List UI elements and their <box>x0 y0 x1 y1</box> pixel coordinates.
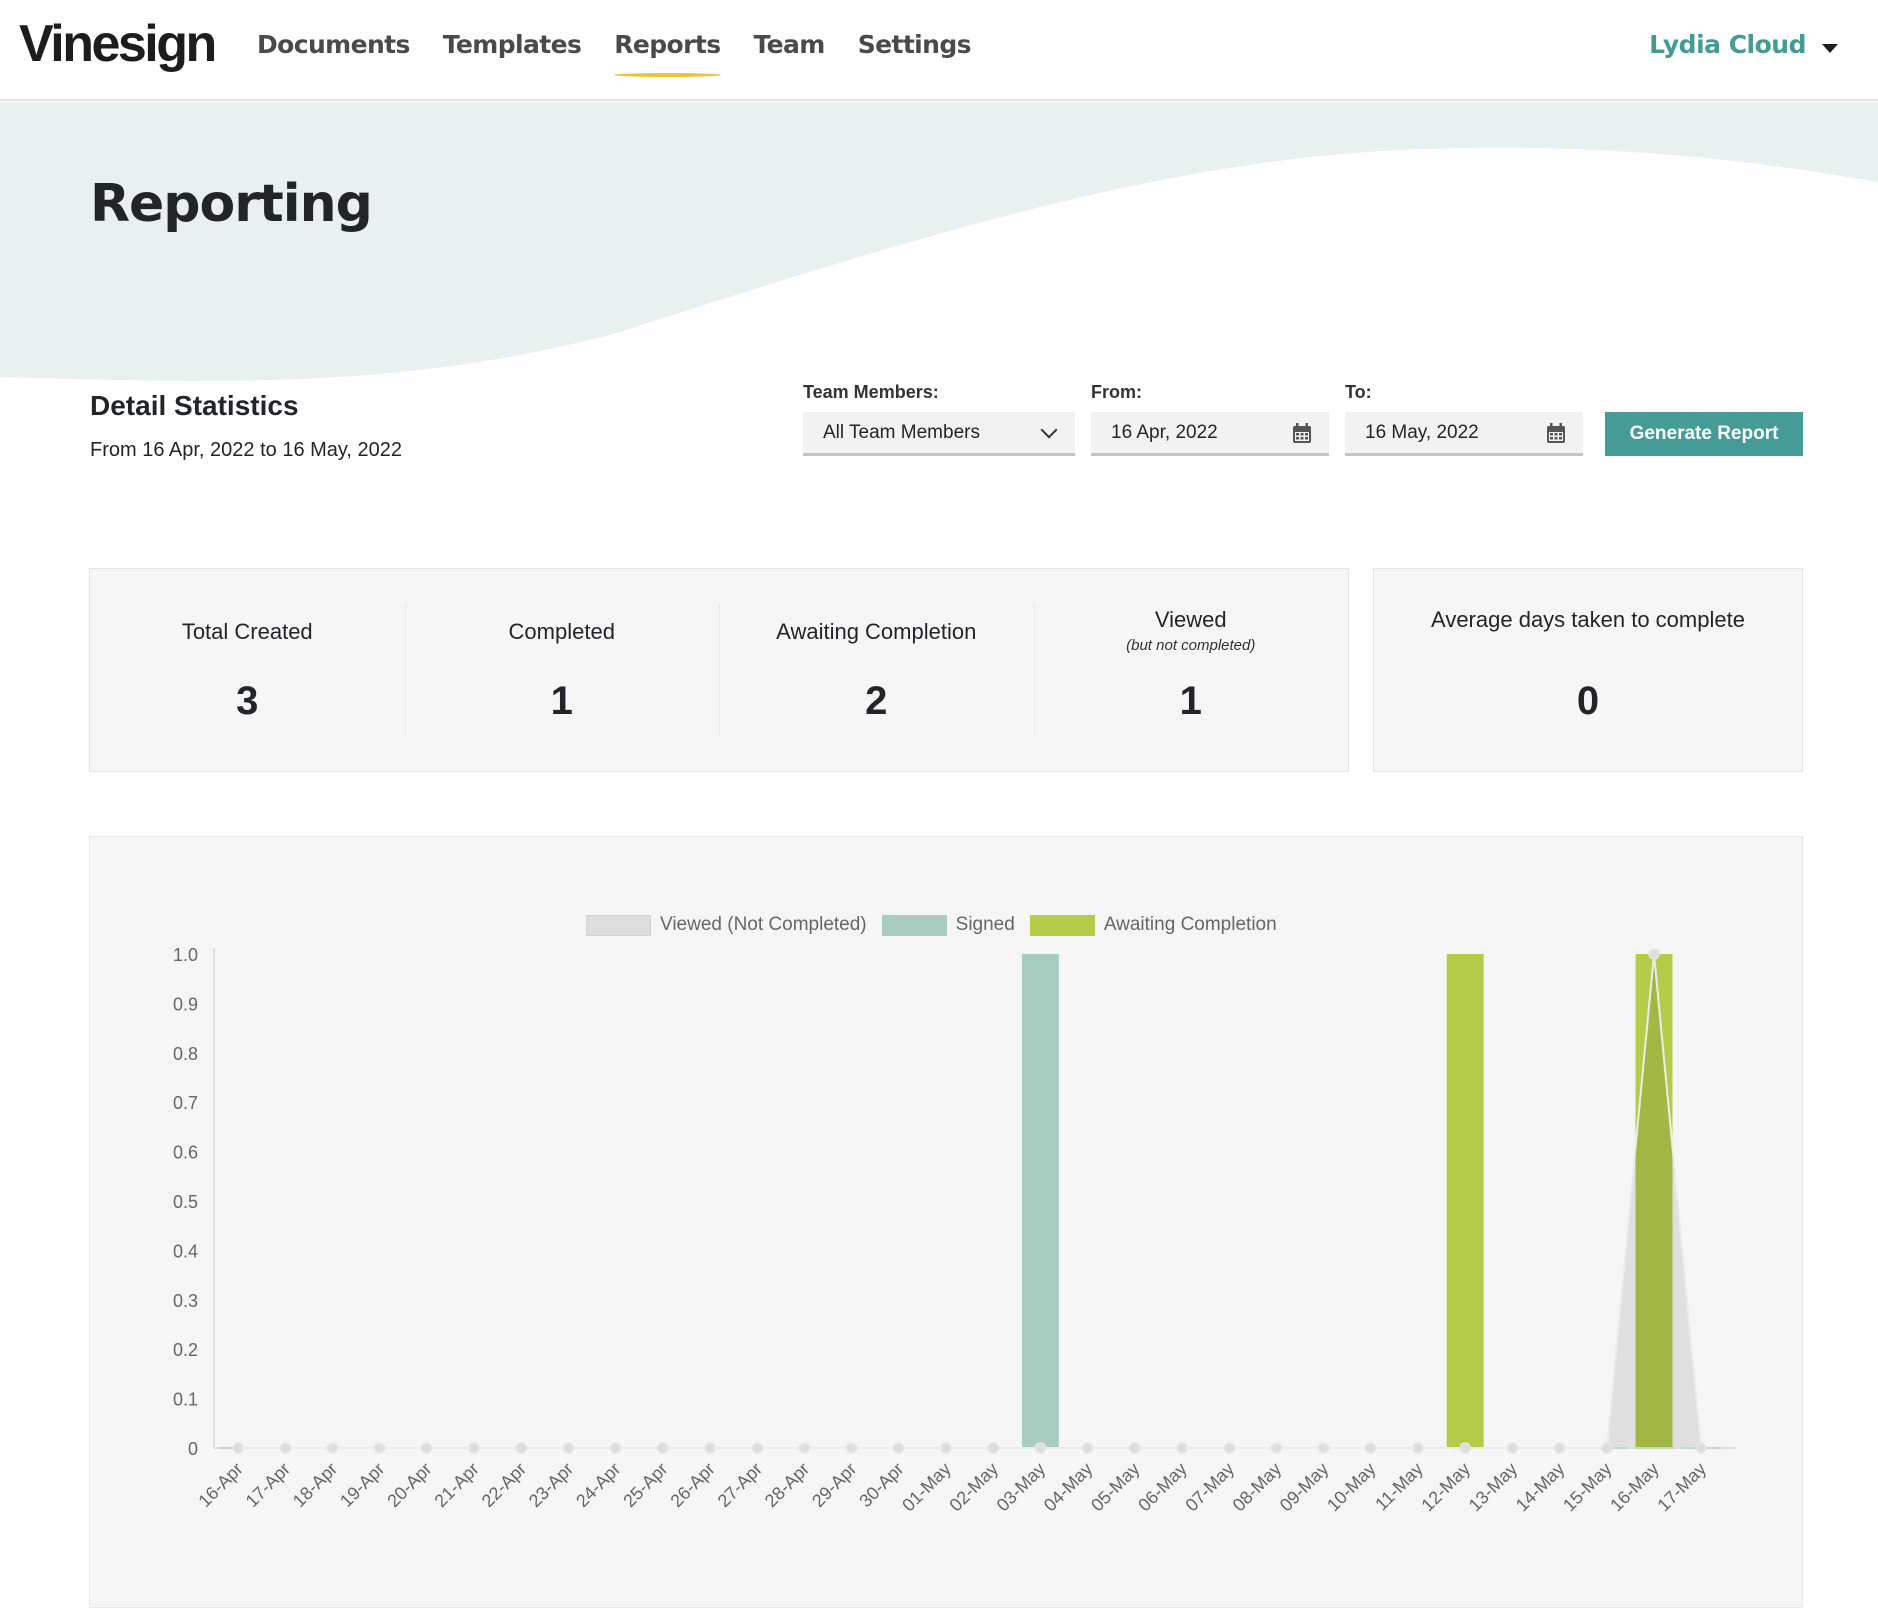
viewed-point-25-Apr <box>657 1442 669 1454</box>
x-tick-label: 01-May <box>898 1459 955 1516</box>
viewed-point-16-Apr <box>232 1442 244 1454</box>
x-tick-label: 08-May <box>1229 1459 1286 1516</box>
legend-swatch-viewed <box>586 914 651 936</box>
x-tick-label: 26-Apr <box>666 1459 718 1511</box>
x-tick-label: 25-Apr <box>619 1459 671 1511</box>
x-tick-label: 13-May <box>1465 1459 1522 1516</box>
x-tick-label: 03-May <box>993 1459 1050 1516</box>
viewed-point-29-Apr <box>845 1442 858 1454</box>
viewed-point-23-Apr <box>562 1442 575 1454</box>
x-tick-label: 06-May <box>1134 1459 1191 1516</box>
x-tick-label: 28-Apr <box>761 1459 813 1511</box>
viewed-point-16-May <box>1648 948 1660 960</box>
x-tick-label: 20-Apr <box>383 1459 435 1511</box>
viewed-point-24-Apr <box>609 1442 622 1454</box>
viewed-point-28-Apr <box>798 1442 811 1454</box>
x-tick-label: 18-Apr <box>289 1459 341 1511</box>
legend-item-signed[interactable]: Signed <box>881 914 1015 936</box>
x-tick-label: 11-May <box>1371 1459 1427 1515</box>
x-tick-label: 17-Apr <box>242 1459 294 1511</box>
legend-label: Signed <box>955 914 1015 935</box>
legend-item-viewed[interactable]: Viewed (Not Completed) <box>586 914 867 936</box>
viewed-point-05-May <box>1129 1442 1141 1454</box>
viewed-point-11-May <box>1412 1442 1424 1454</box>
viewed-point-02-May <box>987 1442 999 1454</box>
viewed-point-03-May <box>1034 1442 1047 1454</box>
x-tick-label: 04-May <box>1040 1459 1097 1516</box>
viewed-point-04-May <box>1081 1442 1094 1454</box>
viewed-point-18-Apr <box>326 1442 339 1454</box>
viewed-point-27-Apr <box>751 1442 763 1454</box>
viewed-point-09-May <box>1317 1442 1330 1454</box>
legend-label: Viewed (Not Completed) <box>660 914 867 935</box>
viewed-point-10-May <box>1365 1442 1377 1454</box>
x-tick-label: 21-Apr <box>430 1459 482 1511</box>
x-tick-label: 16-May <box>1606 1459 1663 1516</box>
x-tick-label: 15-May <box>1559 1459 1616 1516</box>
x-tick-label: 05-May <box>1087 1459 1144 1516</box>
x-tick-label: 17-May <box>1653 1459 1710 1516</box>
chart-legend: Viewed (Not Completed) Signed Awaiting C… <box>586 914 1292 936</box>
viewed-point-22-Apr <box>515 1442 527 1454</box>
activity-chart: 00.10.20.30.40.50.60.70.80.91.016-Apr17-… <box>173 945 1735 1516</box>
viewed-point-26-Apr <box>704 1442 716 1454</box>
viewed-point-15-May <box>1601 1442 1613 1454</box>
legend-swatch-signed <box>881 914 947 936</box>
y-tick-label: 0.8 <box>173 1044 198 1064</box>
viewed-point-06-May <box>1176 1442 1188 1454</box>
viewed-point-20-Apr <box>421 1442 433 1454</box>
x-tick-label: 14-May <box>1512 1459 1569 1516</box>
x-tick-label: 07-May <box>1181 1459 1238 1516</box>
legend-item-awaiting[interactable]: Awaiting Completion <box>1029 914 1277 936</box>
y-tick-label: 0.9 <box>173 994 198 1014</box>
viewed-point-13-May <box>1506 1442 1519 1454</box>
viewed-point-17-Apr <box>279 1442 291 1454</box>
x-tick-label: 16-Apr <box>194 1459 246 1511</box>
legend-swatch-awaiting <box>1029 914 1095 936</box>
y-tick-label: 0.3 <box>173 1291 198 1311</box>
viewed-point-17-May <box>1695 1442 1707 1454</box>
x-tick-label: 12-May <box>1417 1459 1474 1516</box>
x-tick-label: 02-May <box>945 1459 1002 1516</box>
y-tick-label: 0.4 <box>173 1241 198 1261</box>
y-tick-label: 0.7 <box>173 1093 198 1113</box>
x-tick-label: 10-May <box>1323 1459 1380 1516</box>
y-tick-label: 0 <box>188 1439 198 1459</box>
bar-signed-03-May <box>1021 954 1059 1448</box>
x-tick-label: 22-Apr <box>478 1459 530 1511</box>
viewed-point-19-Apr <box>373 1442 386 1454</box>
viewed-point-30-Apr <box>893 1442 905 1454</box>
x-tick-label: 29-Apr <box>808 1459 860 1511</box>
x-tick-label: 09-May <box>1276 1459 1333 1516</box>
x-tick-label: 19-Apr <box>336 1459 388 1511</box>
y-tick-label: 0.5 <box>173 1192 198 1212</box>
viewed-point-01-May <box>940 1442 952 1454</box>
x-tick-label: 23-Apr <box>525 1459 577 1511</box>
y-tick-label: 1.0 <box>173 945 198 965</box>
y-tick-label: 0.6 <box>173 1143 198 1163</box>
y-tick-label: 0.2 <box>173 1340 198 1360</box>
x-tick-label: 27-Apr <box>714 1459 766 1511</box>
viewed-point-14-May <box>1553 1442 1566 1454</box>
viewed-point-12-May <box>1459 1442 1471 1454</box>
y-tick-label: 0.1 <box>173 1390 198 1410</box>
viewed-point-07-May <box>1223 1442 1235 1454</box>
bar-awaiting-completion-12-May <box>1446 954 1484 1448</box>
viewed-point-08-May <box>1270 1442 1283 1454</box>
x-tick-label: 24-Apr <box>572 1459 624 1511</box>
viewed-point-21-Apr <box>468 1442 480 1454</box>
legend-label: Awaiting Completion <box>1103 914 1277 935</box>
